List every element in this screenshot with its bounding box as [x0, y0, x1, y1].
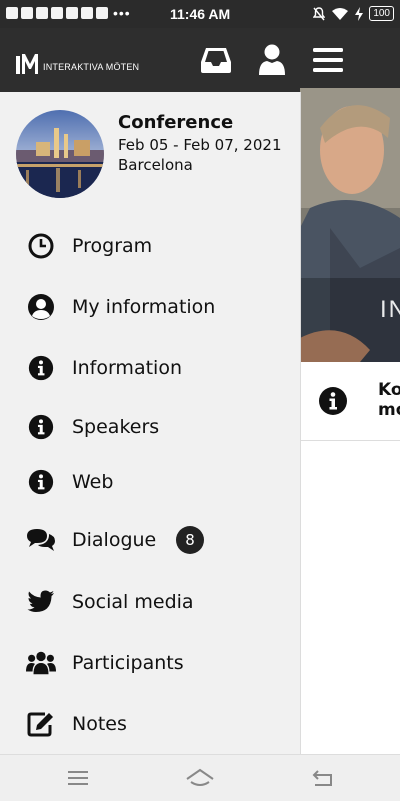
- user-icon: [259, 44, 285, 75]
- home-icon: [186, 768, 214, 786]
- menu-item-web[interactable]: Web: [0, 457, 300, 507]
- content-row-title-line2: mo: [378, 400, 400, 420]
- system-navigation-bar: [0, 754, 400, 801]
- menu-item-label: Social media: [72, 591, 194, 613]
- status-time: 11:46 AM: [170, 6, 231, 22]
- menu-item-program[interactable]: Program: [0, 221, 300, 271]
- dialogue-count-badge: 8: [176, 526, 204, 554]
- notification-icon: [66, 7, 78, 19]
- profile-button[interactable]: [254, 42, 290, 78]
- menu-item-label: Dialogue: [72, 529, 157, 551]
- info-icon: [26, 467, 56, 497]
- inbox-icon: [201, 48, 231, 73]
- users-icon: [26, 648, 56, 678]
- menu-item-label: My information: [72, 296, 216, 318]
- content-info-row[interactable]: Ko mo: [300, 362, 400, 441]
- recents-button[interactable]: [58, 763, 98, 793]
- conference-title: Conference: [118, 112, 234, 133]
- recents-icon: [68, 771, 88, 785]
- charging-icon: [355, 6, 364, 21]
- banner-title: IN: [380, 296, 400, 323]
- mute-icon: [313, 6, 326, 20]
- inbox-button[interactable]: [198, 42, 234, 78]
- menu-item-label: Information: [72, 357, 182, 379]
- menu-item-dialogue[interactable]: Dialogue 8: [0, 515, 300, 565]
- notification-icon: [81, 7, 93, 19]
- notification-icon: [96, 7, 108, 19]
- status-notifications: •••: [6, 5, 131, 21]
- app-header: INTERAKTIVA MÖTEN: [0, 28, 400, 92]
- event-banner-image[interactable]: IN: [300, 88, 400, 362]
- content-row-title: Ko mo: [378, 380, 400, 420]
- info-icon: [26, 353, 56, 383]
- menu-item-social-media[interactable]: Social media: [0, 577, 300, 627]
- content-row-title-line1: Ko: [378, 380, 400, 400]
- notification-icon: [6, 7, 18, 19]
- twitter-icon: [26, 587, 56, 617]
- logo-mark-icon: [16, 54, 38, 74]
- menu-item-my-information[interactable]: My information: [0, 282, 300, 332]
- clock-icon: [26, 231, 56, 261]
- menu-item-label: Speakers: [72, 416, 160, 438]
- conference-details: Conference Feb 05 - Feb 07, 2021 Barcelo…: [118, 112, 288, 174]
- user-circle-icon: [26, 292, 56, 322]
- menu-item-participants[interactable]: Participants: [0, 638, 300, 688]
- status-system-icons: 100: [313, 6, 394, 21]
- info-icon: [319, 387, 347, 415]
- menu-icon: [313, 48, 343, 72]
- notification-icon: [21, 7, 33, 19]
- app-logo[interactable]: INTERAKTIVA MÖTEN: [16, 46, 139, 74]
- back-button[interactable]: [302, 763, 342, 793]
- menu-item-label: Web: [72, 471, 114, 493]
- menu-item-information[interactable]: Information: [0, 343, 300, 393]
- menu-item-label: Notes: [72, 713, 127, 735]
- edit-icon: [26, 709, 56, 739]
- conference-photo: [16, 110, 104, 198]
- wifi-icon: [332, 7, 349, 20]
- back-icon: [312, 770, 332, 786]
- conference-city: Barcelona: [118, 156, 193, 174]
- menu-button[interactable]: [310, 42, 346, 78]
- more-notifications-indicator: •••: [113, 5, 131, 21]
- menu-item-notes[interactable]: Notes: [0, 699, 300, 749]
- comments-icon: [26, 525, 56, 555]
- conference-image[interactable]: [16, 110, 104, 198]
- conference-dates: Feb 05 - Feb 07, 2021: [118, 136, 282, 154]
- home-button[interactable]: [180, 763, 220, 793]
- menu-item-label: Participants: [72, 652, 184, 674]
- status-bar: ••• 11:46 AM 100: [0, 0, 400, 28]
- battery-icon: 100: [369, 6, 394, 21]
- youtube-icon: [51, 7, 63, 19]
- notification-icon: [36, 7, 48, 19]
- menu-item-speakers[interactable]: Speakers: [0, 402, 300, 452]
- logo-text: INTERAKTIVA MÖTEN: [43, 62, 140, 72]
- menu-item-label: Program: [72, 235, 153, 257]
- navigation-drawer: Conference Feb 05 - Feb 07, 2021 Barcelo…: [0, 92, 301, 754]
- info-icon: [26, 412, 56, 442]
